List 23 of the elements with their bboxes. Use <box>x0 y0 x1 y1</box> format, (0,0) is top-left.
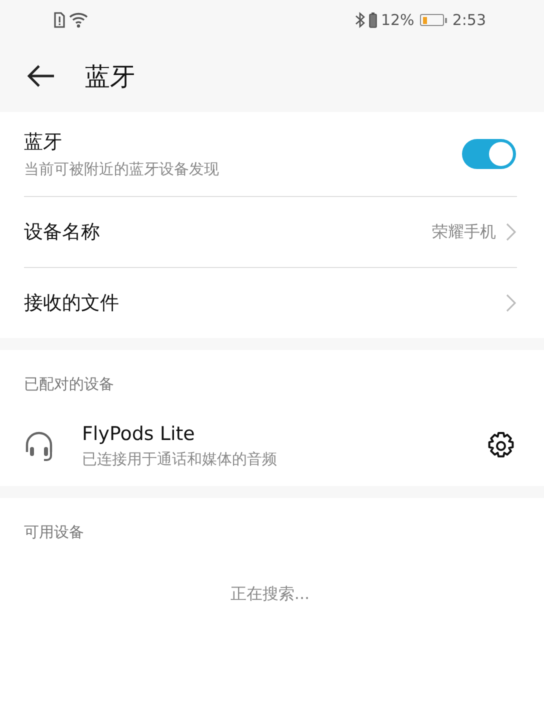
chevron-right-icon[interactable] <box>506 223 516 241</box>
page-title: 蓝牙 <box>85 60 135 92</box>
chevron-right-icon[interactable] <box>506 294 516 312</box>
setting-label: 接收的文件 <box>24 291 120 316</box>
battery-percentage: 12% <box>380 11 414 29</box>
setting-label: 设备名称 <box>24 220 101 245</box>
bluetooth-icon <box>354 12 365 28</box>
searching-status: 正在搜索... <box>230 584 310 603</box>
back-arrow-icon[interactable] <box>27 64 55 88</box>
bluetooth-toggle[interactable] <box>462 139 516 169</box>
battery-icon <box>368 12 377 28</box>
setting-label: 蓝牙 <box>24 130 63 155</box>
device-status: 已连接用于通话和媒体的音频 <box>82 450 278 469</box>
wifi-icon <box>69 12 89 28</box>
section-heading: 可用设备 <box>24 522 85 543</box>
setting-description: 当前可被附近的蓝牙设备发现 <box>24 160 220 179</box>
section-heading: 已配对的设备 <box>24 374 115 395</box>
battery-icon <box>420 14 444 26</box>
setting-value: 荣耀手机 <box>432 222 496 242</box>
device-name[interactable]: FlyPods Lite <box>82 423 486 445</box>
headset-icon <box>24 430 54 462</box>
clock: 2:53 <box>452 11 486 29</box>
sim-alert-icon <box>53 12 65 28</box>
